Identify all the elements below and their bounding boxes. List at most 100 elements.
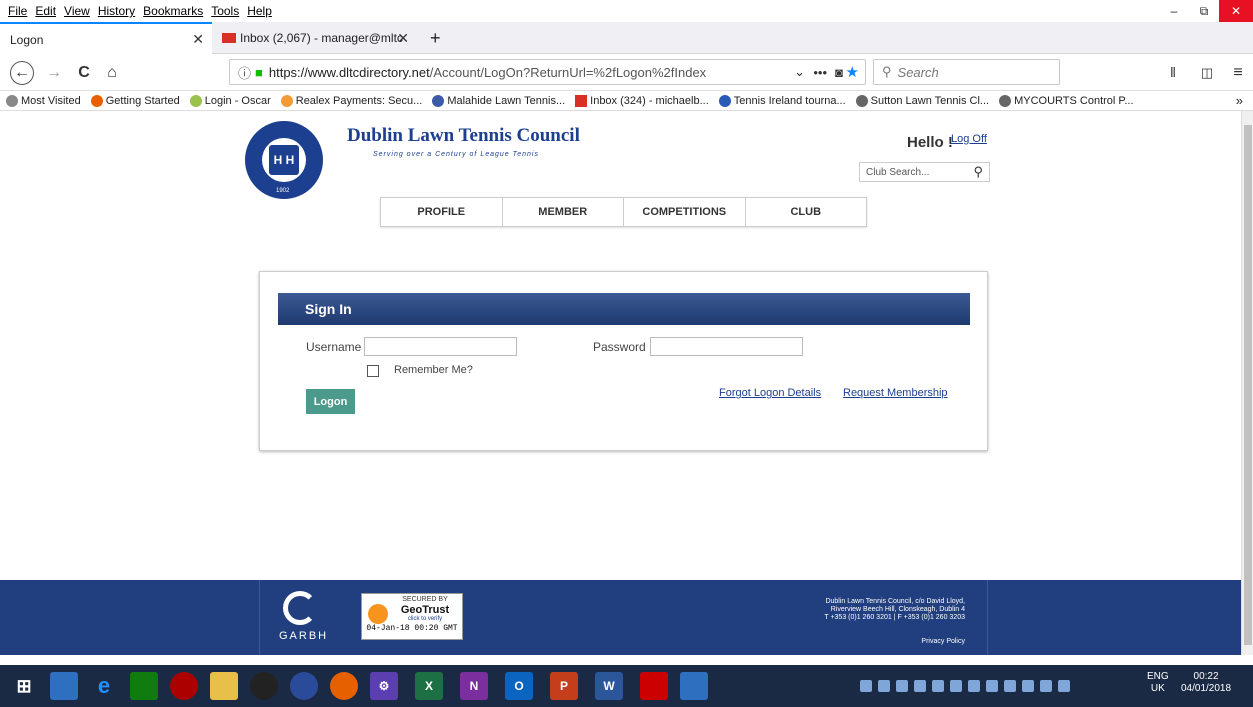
bookmark-login-oscar[interactable]: Login - Oscar: [189, 94, 271, 107]
search-input[interactable]: ⚲ Search: [873, 59, 1060, 85]
tab-bar: Logon ✕ Inbox (2,067) - manager@mltc ✕ +: [0, 22, 1253, 55]
close-tab-icon[interactable]: ✕: [192, 31, 204, 48]
tray-icon[interactable]: [1022, 680, 1034, 692]
info-icon[interactable]: ⓘ: [238, 63, 251, 82]
bookmark-getting-started[interactable]: Getting Started: [90, 94, 180, 107]
request-membership-link[interactable]: Request Membership: [843, 387, 948, 399]
tray-icon[interactable]: [1040, 680, 1052, 692]
chevron-down-icon[interactable]: ⌄: [794, 64, 805, 80]
password-input[interactable]: [650, 337, 803, 356]
maximize-button[interactable]: ⧉: [1189, 0, 1219, 22]
library-icon[interactable]: ⫴: [1161, 61, 1185, 85]
tray-icon[interactable]: [896, 680, 908, 692]
bookmark-star-icon[interactable]: ★: [846, 63, 859, 81]
close-tab-icon[interactable]: ✕: [397, 30, 409, 47]
username-label: Username: [306, 340, 362, 354]
settings-icon[interactable]: ⚙: [370, 672, 398, 700]
site-tagline: Serving over a Century of League Tennis: [373, 151, 539, 158]
nav-member[interactable]: MEMBER: [503, 198, 624, 226]
club-search-placeholder: Club Search...: [866, 166, 930, 178]
username-input[interactable]: [364, 337, 517, 356]
nav-competitions[interactable]: COMPETITIONS: [624, 198, 746, 226]
menu-view[interactable]: View: [64, 4, 90, 18]
back-icon[interactable]: ←: [10, 61, 34, 85]
firefox-icon[interactable]: [330, 672, 358, 700]
remember-me-checkbox[interactable]: [367, 365, 379, 377]
bookmarks-overflow-icon[interactable]: »: [1236, 93, 1243, 108]
wifi-icon[interactable]: [986, 680, 998, 692]
gmail-icon: [575, 94, 588, 107]
page-actions-icon[interactable]: •••: [813, 65, 827, 80]
bookmark-sutton[interactable]: Sutton Lawn Tennis Cl...: [855, 94, 989, 107]
tray-icon[interactable]: [1004, 680, 1016, 692]
minimize-button[interactable]: –: [1159, 0, 1189, 22]
bookmark-inbox[interactable]: Inbox (324) - michaelb...: [575, 94, 709, 107]
tab-logon[interactable]: Logon ✕: [0, 22, 212, 55]
page-content: H H 1902 Dublin Lawn Tennis Council Serv…: [0, 111, 1241, 655]
powerpoint-icon[interactable]: P: [550, 672, 578, 700]
gear-icon: [6, 94, 18, 107]
remote-desktop-icon[interactable]: [50, 672, 78, 700]
menu-history[interactable]: History: [98, 4, 135, 18]
onenote-icon[interactable]: N: [460, 672, 488, 700]
scrollbar-thumb[interactable]: [1244, 125, 1252, 645]
hamburger-menu-icon[interactable]: ≡: [1226, 61, 1250, 85]
garbh-logo-icon[interactable]: [283, 591, 317, 625]
search-icon[interactable]: ⚲: [973, 164, 983, 180]
media-icon[interactable]: [170, 672, 198, 700]
bookmark-label: Login - Oscar: [204, 94, 271, 107]
file-explorer-icon[interactable]: [210, 672, 238, 700]
word-icon[interactable]: W: [595, 672, 623, 700]
bookmark-tennis-ireland[interactable]: Tennis Ireland tourna...: [718, 94, 846, 107]
vertical-scrollbar[interactable]: [1241, 111, 1253, 655]
tray-icon[interactable]: [950, 680, 962, 692]
outlook-icon[interactable]: O: [505, 672, 533, 700]
forward-icon[interactable]: →: [42, 61, 66, 85]
menu-help[interactable]: Help: [247, 4, 272, 18]
shield-app-icon[interactable]: [290, 672, 318, 700]
network-app-icon[interactable]: [680, 672, 708, 700]
windows-start-icon[interactable]: ⊞: [10, 672, 38, 700]
sidebar-icon[interactable]: ◫: [1195, 61, 1219, 85]
home-icon[interactable]: ⌂: [100, 61, 124, 85]
privacy-policy-link[interactable]: Privacy Policy: [921, 638, 965, 645]
language-indicator[interactable]: ENG UK: [1147, 671, 1169, 695]
tray-icon[interactable]: [1058, 680, 1070, 692]
internet-explorer-icon[interactable]: e: [90, 672, 118, 700]
tab-inbox[interactable]: Inbox (2,067) - manager@mltc ✕: [212, 22, 417, 54]
reload-icon[interactable]: C: [72, 61, 96, 85]
volume-icon[interactable]: [968, 680, 980, 692]
geotrust-seal[interactable]: SECURED BY GeoTrust click to verify 04-J…: [361, 593, 463, 640]
tray-icon[interactable]: [914, 680, 926, 692]
pocket-icon[interactable]: ◙: [835, 65, 843, 80]
store-icon[interactable]: [130, 672, 158, 700]
bookmark-label: Realex Payments: Secu...: [295, 94, 423, 107]
menu-edit[interactable]: Edit: [35, 4, 56, 18]
acrobat-icon[interactable]: [640, 672, 668, 700]
clock[interactable]: 00:22 04/01/2018: [1181, 671, 1231, 695]
excel-icon[interactable]: X: [415, 672, 443, 700]
dltc-logo[interactable]: H H 1902: [245, 121, 323, 199]
new-tab-button[interactable]: +: [420, 22, 450, 54]
club-search-input[interactable]: Club Search... ⚲: [859, 162, 990, 182]
app-dark-icon[interactable]: [250, 672, 278, 700]
nav-profile[interactable]: PROFILE: [381, 198, 503, 226]
bookmark-most-visited[interactable]: Most Visited: [6, 94, 81, 107]
url-bar[interactable]: ⓘ ■ https://www.dltcdirectory.net /Accou…: [229, 59, 866, 85]
menu-tools[interactable]: Tools: [211, 4, 239, 18]
tray-icon[interactable]: [878, 680, 890, 692]
geotrust-brand: GeoTrust: [400, 604, 450, 616]
bookmark-realex[interactable]: Realex Payments: Secu...: [280, 94, 423, 107]
bookmark-mycourts[interactable]: MYCOURTS Control P...: [999, 94, 1134, 107]
menu-bookmarks[interactable]: Bookmarks: [143, 4, 203, 18]
menu-file[interactable]: File: [8, 4, 27, 18]
logon-button[interactable]: Logon: [306, 389, 355, 414]
log-off-link[interactable]: Log Off: [951, 133, 987, 145]
bookmark-malahide[interactable]: Malahide Lawn Tennis...: [432, 94, 565, 107]
close-window-button[interactable]: ✕: [1219, 0, 1253, 22]
tray-icon[interactable]: [860, 680, 872, 692]
nav-club[interactable]: CLUB: [746, 198, 867, 226]
clock-time: 00:22: [1193, 671, 1219, 682]
forgot-logon-link[interactable]: Forgot Logon Details: [719, 387, 821, 399]
tray-icon[interactable]: [932, 680, 944, 692]
